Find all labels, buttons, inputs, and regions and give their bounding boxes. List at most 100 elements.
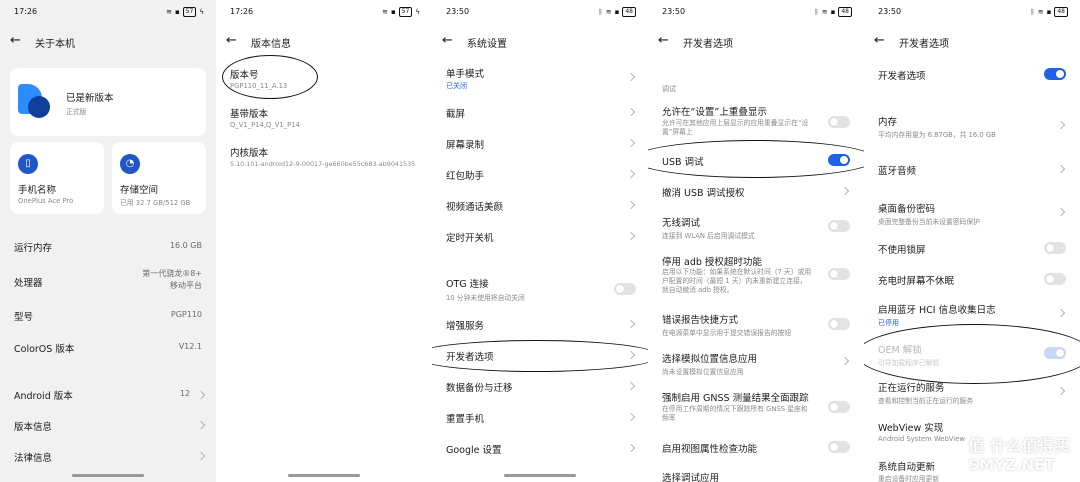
page-title: 系统设置 [467, 39, 507, 50]
chevron-right-icon [626, 412, 636, 422]
status-bar: 23:50 ᛒ ≋ ▪ 48 [648, 0, 864, 24]
version-card[interactable]: 已是新版本 正式版 [10, 68, 206, 136]
chevron-right-icon [1056, 120, 1066, 130]
version-status: 已是新版本 [66, 93, 114, 104]
chevron-right-icon [1056, 164, 1066, 174]
status-bar: 17:26 ≋ ▪ 57 ϟ [216, 0, 432, 24]
battery-icon: 48 [622, 7, 636, 17]
chevron-right-icon [1056, 207, 1066, 217]
section-debug: 调试 [662, 85, 676, 93]
back-arrow-icon[interactable]: ← [658, 32, 669, 50]
row-ram-label: 运行内存 [14, 243, 53, 254]
watermark: 值 什么值得买 SMYZ.NET [968, 432, 1070, 474]
gesture-handle [288, 474, 360, 477]
sim-icon: ▪ [830, 8, 836, 16]
row-label: OEM 解锁 [878, 345, 922, 356]
row-label: 桌面备份密码 [878, 204, 936, 215]
row-label: 开发者选项 [446, 352, 494, 363]
status-time: 23:50 [446, 7, 470, 16]
sim-icon: ▪ [174, 8, 180, 16]
row-sub: Android System WebView [878, 435, 965, 443]
row-label: 启用视图属性检查功能 [662, 444, 758, 455]
row-label: 截屏 [446, 109, 466, 120]
row-version-info-label: 版本信息 [14, 422, 53, 433]
page-title: 版本信息 [251, 39, 291, 50]
build-number-label: 版本号 [230, 70, 259, 81]
header: ← 开发者选项 [648, 32, 864, 52]
row-sub: 启用以下功能：如果系统在默认时间（7 天）或用户配置的时间（最短 1 天）内未重… [662, 268, 812, 294]
sim-icon: ▪ [1046, 8, 1052, 16]
row-label: 屏幕录制 [446, 140, 485, 151]
header: ← 开发者选项 [864, 32, 1080, 52]
row-sub: 引导加载程序已解锁 [878, 359, 940, 367]
chevron-right-icon [196, 451, 206, 461]
row-label: 系统自动更新 [878, 462, 936, 473]
row-legal-label: 法律信息 [14, 453, 53, 464]
row-sub: 允许可在其他应用上层显示的应用重叠显示在“设置”屏幕上 [662, 119, 809, 136]
device-name-card[interactable]: ▯ 手机名称 OnePlus Ace Pro [10, 142, 104, 214]
back-arrow-icon[interactable]: ← [10, 32, 21, 50]
wifi-icon: ≋ [166, 8, 172, 16]
no-lock-toggle[interactable] [1044, 242, 1066, 254]
row-label: OTG 连接 [446, 279, 489, 290]
row-android-label: Android 版本 [14, 391, 73, 402]
status-bar: 23:50 ᛒ ≋ ▪ 48 [432, 0, 648, 24]
wifi-icon: ≋ [1037, 8, 1044, 16]
adb-timeout-toggle[interactable] [828, 268, 850, 280]
row-sub: 在电源菜单中显示用于提交错误报告的按钮 [662, 329, 792, 337]
status-time: 23:50 [878, 7, 902, 16]
row-sub: 尚未设置模拟位置信息应用 [662, 368, 744, 376]
row-cpu-value: 第一代骁龙®8+ 移动平台 [142, 269, 202, 290]
row-sub: 10 分钟未使用将自动关闭 [446, 294, 525, 302]
battery-icon: 57 [398, 7, 413, 17]
status-icons: ≋ ▪ 57 ϟ [382, 7, 420, 17]
chevron-right-icon [196, 420, 206, 430]
oem-unlock-toggle[interactable] [1044, 347, 1066, 359]
bug-report-toggle[interactable] [828, 318, 850, 330]
overlay-toggle[interactable] [828, 116, 850, 128]
view-attr-toggle[interactable] [828, 441, 850, 453]
row-label: 单手模式 [446, 69, 485, 80]
row-sub: 已停用 [878, 319, 899, 327]
page-title: 开发者选项 [899, 39, 949, 50]
back-arrow-icon[interactable]: ← [226, 32, 237, 50]
usb-debugging-toggle[interactable] [828, 154, 850, 166]
back-arrow-icon[interactable]: ← [874, 32, 885, 50]
device-name-value: OnePlus Ace Pro [18, 197, 74, 205]
row-sub: 桌面完整备份当前未设置密码保护 [878, 218, 980, 226]
row-label: 允许在“设置”上重叠显示 [662, 107, 767, 118]
row-label: 正在运行的服务 [878, 383, 945, 394]
row-sub: 查看和控制当前正在运行的服务 [878, 397, 974, 405]
otg-toggle[interactable] [614, 283, 636, 295]
battery-icon: 48 [1054, 7, 1068, 17]
battery-icon: 48 [838, 7, 852, 17]
status-icons: ᛒ ≋ ▪ 48 [599, 7, 636, 17]
row-label: 重置手机 [446, 414, 485, 425]
chevron-right-icon [626, 319, 636, 329]
chevron-right-icon [840, 186, 850, 196]
row-android-value: 12 [179, 389, 190, 398]
charging-icon: ϟ [415, 8, 420, 16]
chevron-right-icon [196, 390, 206, 400]
row-coloros-value: V12.1 [178, 342, 202, 351]
device-name-label: 手机名称 [18, 185, 57, 196]
panel-developer-options-1: 23:50 ᛒ ≋ ▪ 48 ← 开发者选项 调试 允许在“设置”上重叠显示 允许可在… [648, 0, 864, 482]
row-label: 数据备份与迁移 [446, 383, 513, 394]
baseband-value: Q_V1_P14,Q_V1_P14 [230, 121, 300, 129]
row-sub: 重启设备时应用更新 [878, 475, 940, 482]
chevron-right-icon [626, 200, 636, 210]
back-arrow-icon[interactable]: ← [442, 32, 453, 50]
gnss-toggle[interactable] [828, 401, 850, 413]
developer-master-toggle[interactable] [1044, 68, 1066, 80]
page-title: 关于本机 [35, 39, 75, 50]
row-label: 充电时屏幕不休眠 [878, 276, 955, 287]
version-type: 正式版 [66, 108, 87, 116]
row-label: 蓝牙音频 [878, 166, 917, 177]
wireless-debugging-toggle[interactable] [828, 220, 850, 232]
storage-card[interactable]: ◔ 存储空间 已用 32.7 GB/512 GB [112, 142, 206, 214]
header: ← 系统设置 [432, 32, 648, 52]
stay-awake-toggle[interactable] [1044, 273, 1066, 285]
chevron-right-icon [626, 138, 636, 148]
chevron-right-icon [626, 169, 636, 179]
panel-version-info: 17:26 ≋ ▪ 57 ϟ ← 版本信息 版本号 PGP110_11_A.13 基带… [216, 0, 432, 482]
